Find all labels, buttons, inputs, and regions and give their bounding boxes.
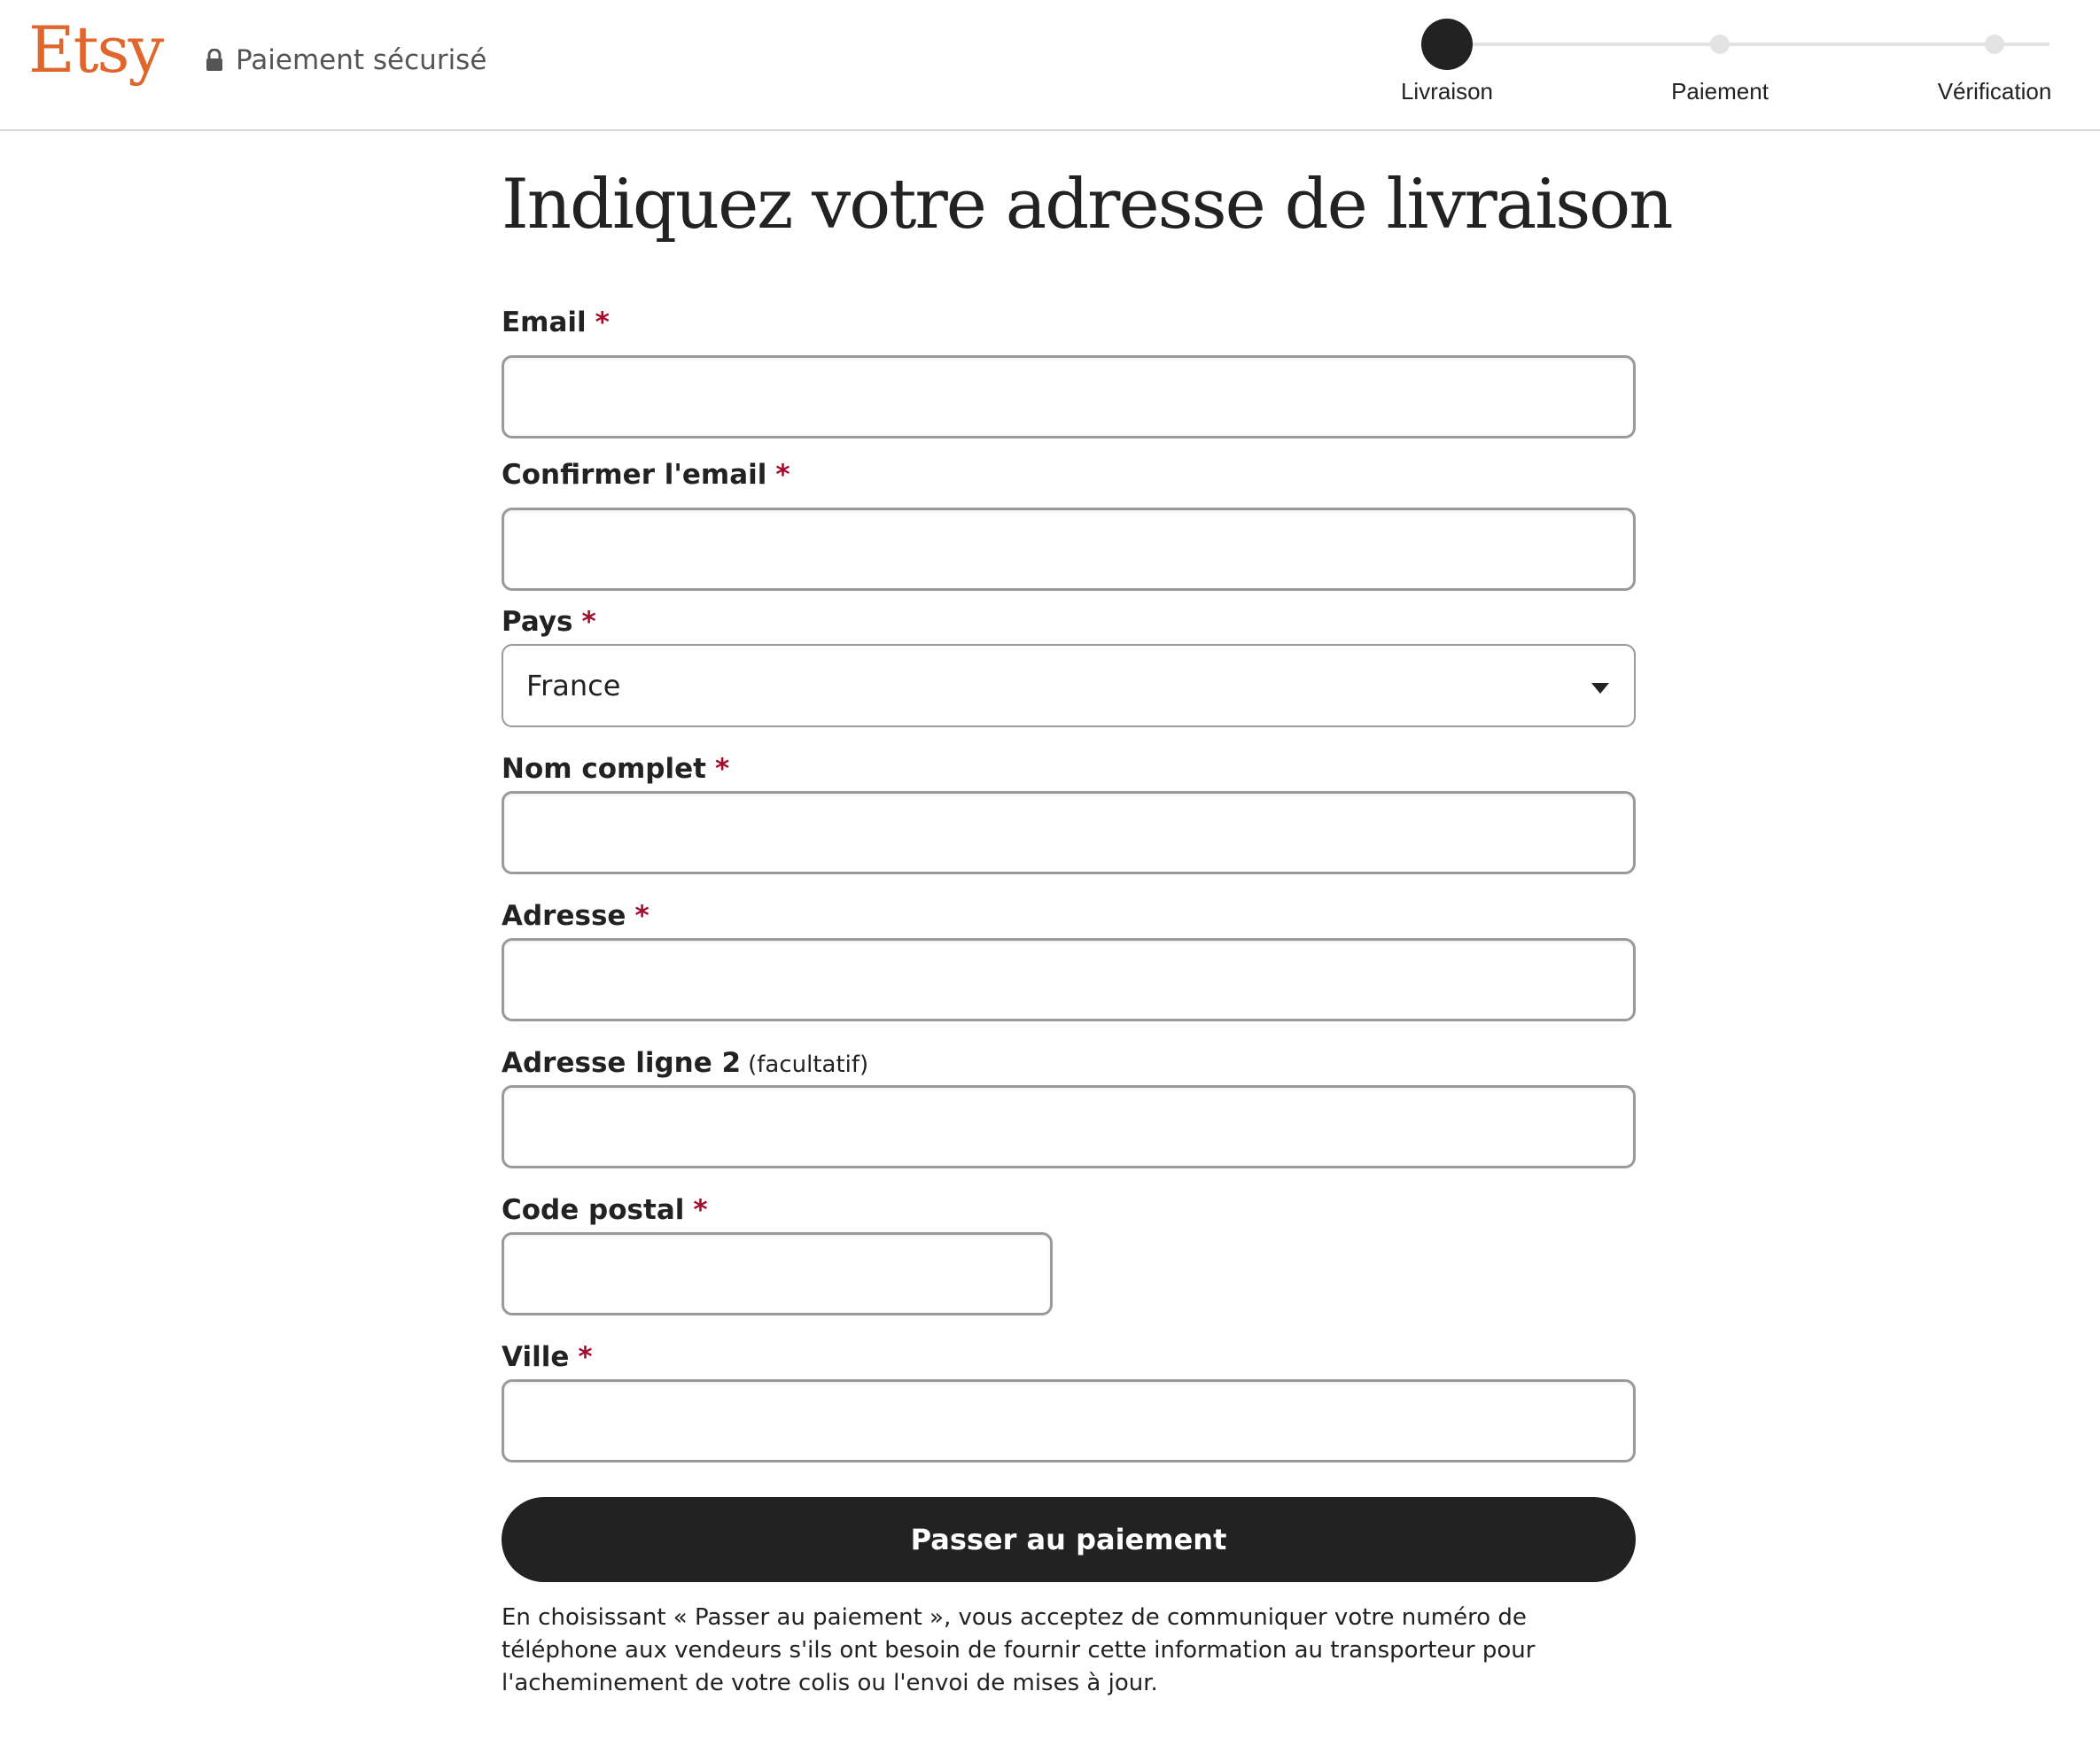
full-name-field[interactable] bbox=[502, 791, 1636, 874]
step-label-paiement: Paiement bbox=[1671, 78, 1769, 105]
required-mark: * bbox=[693, 1194, 708, 1226]
country-selected-value: France bbox=[526, 669, 621, 702]
city-field[interactable] bbox=[502, 1379, 1636, 1463]
country-label: Pays * bbox=[502, 606, 596, 638]
required-mark: * bbox=[595, 306, 610, 338]
address-label-text: Adresse bbox=[502, 900, 626, 932]
required-mark: * bbox=[714, 753, 730, 785]
progress-track bbox=[1447, 43, 2049, 46]
step-label-livraison: Livraison bbox=[1400, 78, 1494, 105]
etsy-logo[interactable]: Etsy bbox=[28, 12, 164, 87]
page-title: Indiquez votre adresse de livraison bbox=[502, 165, 1673, 244]
address2-label: Adresse ligne 2 (facultatif) bbox=[502, 1047, 868, 1079]
address2-field[interactable] bbox=[502, 1085, 1636, 1168]
confirm-email-label: Confirmer l'email * bbox=[502, 459, 790, 491]
required-mark: * bbox=[775, 459, 790, 491]
required-mark: * bbox=[578, 1341, 593, 1373]
checkout-header: Etsy Paiement sécurisé Livraison Paiemen… bbox=[0, 0, 2100, 131]
city-label-text: Ville bbox=[502, 1341, 570, 1373]
caret-down-icon bbox=[1591, 683, 1609, 694]
step-label-verification: Vérification bbox=[1937, 78, 2052, 105]
country-label-text: Pays bbox=[502, 606, 573, 638]
step-dot-paiement bbox=[1710, 35, 1730, 54]
city-label: Ville * bbox=[502, 1341, 593, 1373]
postal-code-field[interactable] bbox=[502, 1232, 1053, 1315]
email-label-text: Email bbox=[502, 306, 587, 338]
address2-label-text: Adresse ligne 2 bbox=[502, 1047, 742, 1079]
email-label: Email * bbox=[502, 306, 610, 338]
country-select[interactable]: France bbox=[502, 644, 1636, 727]
checkout-progress: Livraison Paiement Vérification bbox=[1382, 0, 2100, 131]
full-name-label: Nom complet * bbox=[502, 753, 729, 785]
confirm-email-field[interactable] bbox=[502, 508, 1636, 591]
address-label: Adresse * bbox=[502, 900, 649, 932]
secure-payment-indicator: Paiement sécurisé bbox=[206, 44, 486, 76]
full-name-label-text: Nom complet bbox=[502, 753, 706, 785]
step-dot-livraison bbox=[1421, 19, 1473, 70]
postal-code-label-text: Code postal bbox=[502, 1194, 685, 1226]
postal-code-label: Code postal * bbox=[502, 1194, 708, 1226]
lock-icon bbox=[206, 49, 222, 71]
proceed-to-payment-button[interactable]: Passer au paiement bbox=[502, 1497, 1636, 1582]
required-mark: * bbox=[634, 900, 649, 932]
secure-payment-label: Paiement sécurisé bbox=[236, 44, 487, 76]
confirm-email-label-text: Confirmer l'email bbox=[502, 459, 767, 491]
email-field[interactable] bbox=[502, 355, 1636, 438]
optional-hint: (facultatif) bbox=[748, 1051, 869, 1078]
address-field[interactable] bbox=[502, 938, 1636, 1021]
required-mark: * bbox=[581, 606, 596, 638]
phone-sharing-disclaimer: En choisissant « Passer au paiement », v… bbox=[502, 1604, 1536, 1696]
step-dot-verification bbox=[1985, 35, 2004, 54]
